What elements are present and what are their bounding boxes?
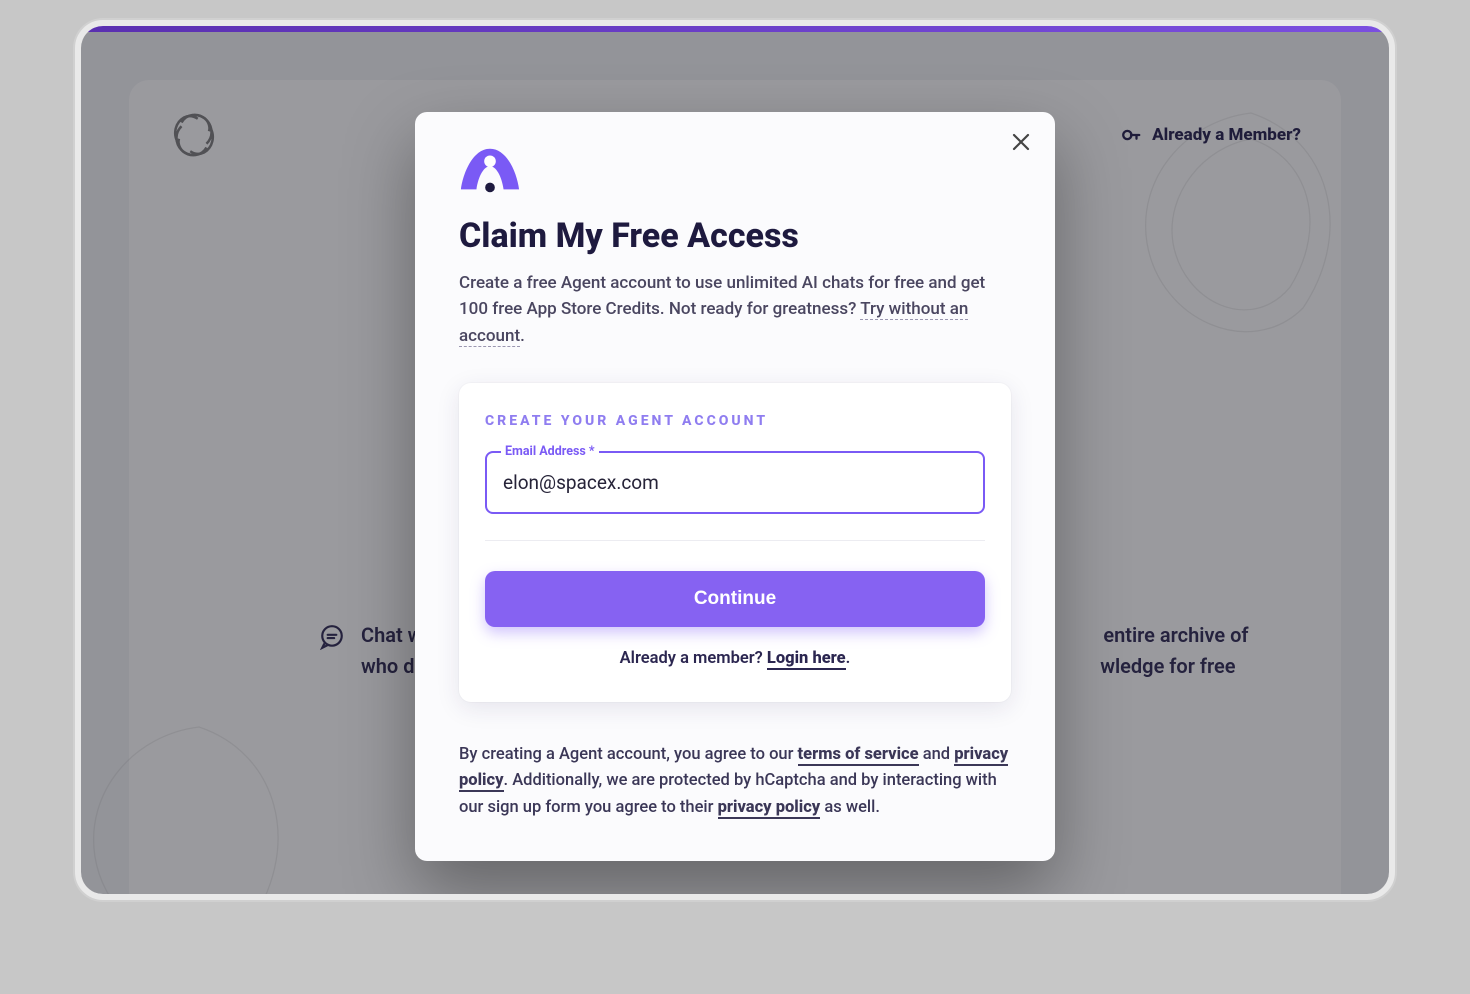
page-background: Already a Member? Chat with 10 entire ar…	[81, 32, 1389, 894]
email-label: Email Address *	[501, 444, 599, 459]
legal-part-d: as well.	[820, 798, 880, 817]
legal-part-a: By creating a Agent account, you agree t…	[459, 745, 798, 764]
legal-part-b: and	[919, 745, 955, 764]
legal-text: By creating a Agent account, you agree t…	[459, 742, 1011, 821]
close-button[interactable]	[1005, 126, 1037, 158]
form-divider	[485, 540, 985, 541]
hcaptcha-privacy-link[interactable]: privacy policy	[718, 798, 821, 819]
email-field-wrap: Email Address *	[485, 451, 985, 514]
modal-overlay[interactable]: Claim My Free Access Create a free Agent…	[81, 32, 1389, 894]
terms-of-service-link[interactable]: terms of service	[798, 745, 919, 766]
close-icon	[1012, 133, 1030, 151]
continue-button[interactable]: Continue	[485, 571, 985, 627]
login-prompt: Already a member?	[620, 649, 767, 668]
login-row: Already a member? Login here.	[485, 649, 985, 668]
modal-title: Claim My Free Access	[459, 216, 1011, 256]
signup-modal: Claim My Free Access Create a free Agent…	[415, 112, 1055, 861]
agent-logo-icon	[459, 146, 521, 194]
login-here-link[interactable]: Login here	[767, 649, 846, 670]
app-frame: Already a Member? Chat with 10 entire ar…	[75, 20, 1395, 900]
email-input[interactable]	[487, 453, 983, 512]
signup-form-card: CREATE YOUR AGENT ACCOUNT Email Address …	[459, 383, 1011, 702]
modal-subtitle: Create a free Agent account to use unlim…	[459, 270, 1011, 349]
form-heading: CREATE YOUR AGENT ACCOUNT	[485, 413, 985, 429]
